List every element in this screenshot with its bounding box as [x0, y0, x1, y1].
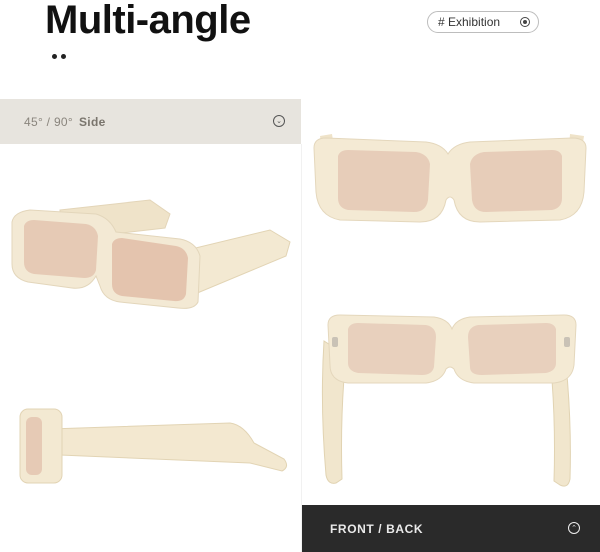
- exhibition-button[interactable]: # Exhibition: [427, 11, 539, 33]
- back-view-image: [302, 285, 600, 505]
- front-view-image: [302, 100, 600, 285]
- side-view-label: 45° / 90° Side: [24, 115, 106, 129]
- front-back-bar: FRONT / BACK ⌃: [302, 505, 600, 552]
- page-title: Multi-angle: [45, 0, 251, 42]
- chevron-down-icon[interactable]: ⌄: [273, 115, 285, 127]
- chevron-up-icon[interactable]: ⌃: [568, 522, 580, 534]
- panel-divider: [301, 144, 302, 552]
- front-back-label: FRONT / BACK: [330, 521, 424, 536]
- side-view-bar: 45° / 90° Side ⌄: [0, 99, 301, 144]
- side-view-image: [0, 359, 301, 552]
- side-text: Side: [79, 114, 106, 129]
- exhibition-label: # Exhibition: [438, 15, 501, 29]
- angle-view-image: [0, 144, 301, 359]
- radio-icon: [520, 17, 530, 27]
- angle-text: 45° / 90°: [24, 114, 73, 129]
- title-dots: [52, 46, 72, 59]
